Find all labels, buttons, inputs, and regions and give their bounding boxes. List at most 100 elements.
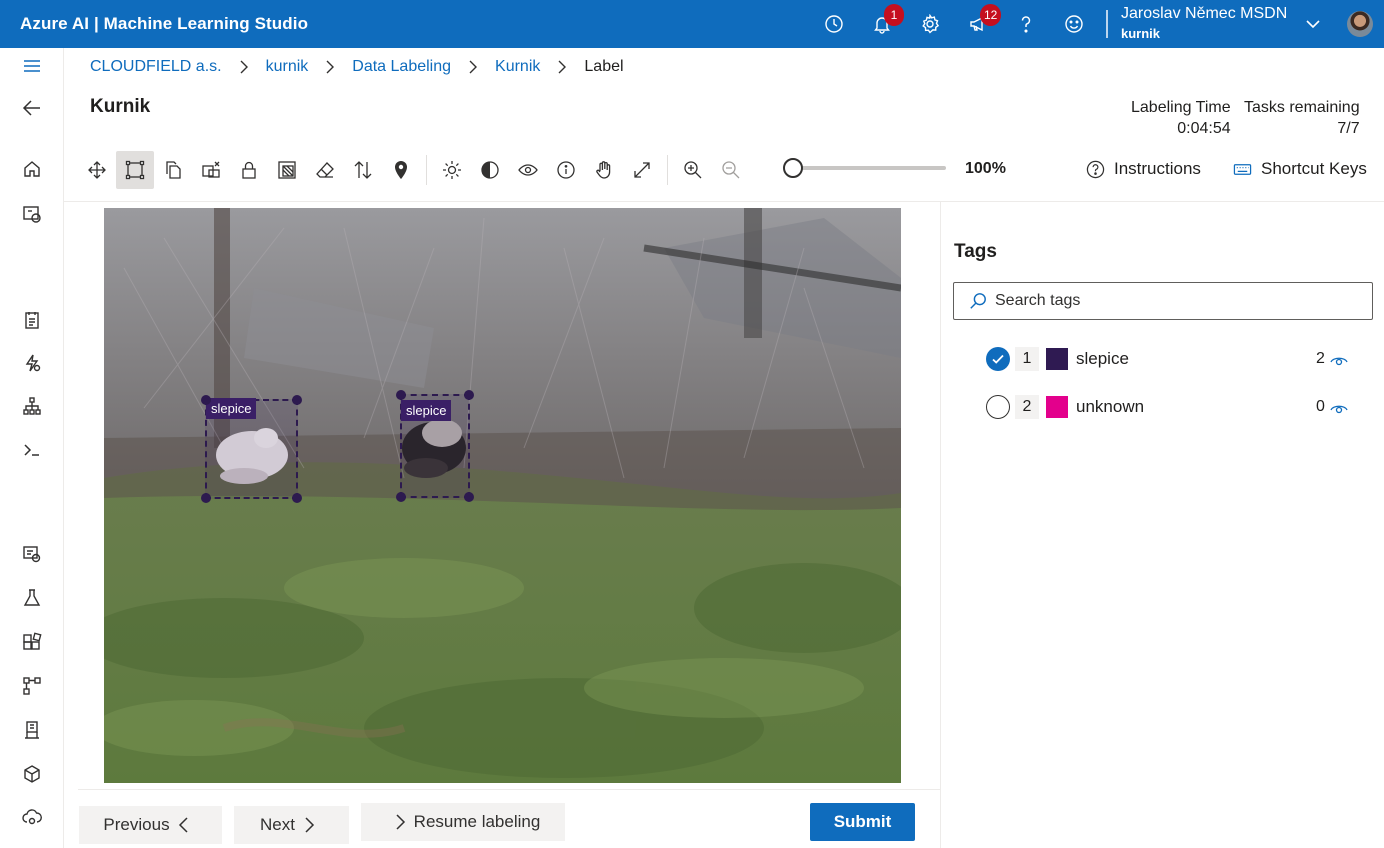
notifications-icon[interactable]: 1: [858, 0, 906, 48]
info-icon[interactable]: [547, 151, 585, 189]
zoom-out-icon[interactable]: [712, 151, 750, 189]
sort-arrows-icon[interactable]: [344, 151, 382, 189]
tasks-remaining-value: 7/7: [1337, 120, 1360, 137]
notifications-badge: 1: [884, 4, 904, 26]
top-icon-group: 1 12: [810, 0, 1098, 48]
hamburger-menu-icon[interactable]: [20, 54, 44, 78]
bounding-box-tool-icon[interactable]: [116, 151, 154, 189]
pan-hand-icon[interactable]: [585, 151, 623, 189]
pipelines-icon[interactable]: [20, 674, 44, 698]
environments-icon[interactable]: [20, 718, 44, 742]
workspace-name: kurnik: [1121, 26, 1161, 42]
resume-labeling-button[interactable]: Resume labeling: [361, 803, 565, 841]
move-tool-icon[interactable]: [78, 151, 116, 189]
smiley-feedback-icon[interactable]: [1050, 0, 1098, 48]
chevron-left-icon: [178, 817, 188, 833]
components-icon[interactable]: [20, 630, 44, 654]
previous-label: Previous: [103, 815, 170, 834]
tag-count: 0: [1316, 398, 1325, 415]
tags-title: Tags: [954, 241, 997, 262]
history-icon[interactable]: [810, 0, 858, 48]
tag-item-slepice[interactable]: 1 slepice 2: [986, 345, 1366, 373]
data-icon[interactable]: [20, 542, 44, 566]
resize-handle[interactable]: [292, 395, 302, 405]
breadcrumb-current: Label: [584, 58, 624, 75]
tag-item-unknown[interactable]: 2 unknown 0: [986, 393, 1366, 421]
submit-button[interactable]: Submit: [810, 803, 915, 841]
next-button[interactable]: Next: [234, 806, 349, 844]
breadcrumb: CLOUDFIELD a.s. kurnik Data Labeling Kur…: [90, 58, 624, 76]
settings-gear-icon[interactable]: [906, 0, 954, 48]
help-icon[interactable]: [1002, 0, 1050, 48]
search-icon: [970, 293, 986, 309]
instructions-label: Instructions: [1114, 159, 1201, 178]
resize-handle[interactable]: [292, 493, 302, 503]
zoom-slider-thumb[interactable]: [783, 158, 803, 178]
breadcrumb-data-labeling[interactable]: Data Labeling: [352, 58, 451, 76]
zoom-slider-track: [792, 166, 946, 170]
bounding-box[interactable]: slepice: [396, 390, 474, 502]
shortcut-keys-button[interactable]: Shortcut Keys: [1233, 159, 1367, 179]
app-title[interactable]: Azure AI | Machine Learning Studio: [0, 14, 308, 34]
toolbar-divider: [426, 155, 427, 185]
eraser-icon[interactable]: [306, 151, 344, 189]
visibility-eye-icon[interactable]: [509, 151, 547, 189]
chevron-right-icon: [305, 817, 315, 833]
model-catalog-icon[interactable]: [20, 202, 44, 226]
home-icon[interactable]: [20, 157, 44, 181]
prompt-flow-icon[interactable]: [20, 438, 44, 462]
endpoints-cloud-icon[interactable]: [20, 805, 44, 829]
designer-icon[interactable]: [20, 394, 44, 418]
notebooks-icon[interactable]: [20, 308, 44, 332]
user-name: Jaroslav Němec MSDN: [1121, 5, 1288, 22]
labeling-image-canvas[interactable]: slepice slepice: [104, 208, 901, 783]
feedback-megaphone-icon[interactable]: 12: [954, 0, 1002, 48]
fit-expand-icon[interactable]: [623, 151, 661, 189]
toolbar-divider-line: [64, 201, 1384, 202]
models-cube-icon[interactable]: [20, 762, 44, 786]
zoom-in-icon[interactable]: [674, 151, 712, 189]
tag-name[interactable]: unknown: [1076, 397, 1144, 417]
jobs-flask-icon[interactable]: [20, 586, 44, 610]
eye-icon[interactable]: [1329, 351, 1349, 372]
labeling-toolbar: [78, 150, 750, 190]
user-account-menu[interactable]: Jaroslav Němec MSDN kurnik: [1121, 4, 1287, 42]
instructions-button[interactable]: Instructions: [1086, 159, 1201, 179]
actions-divider: [78, 789, 940, 790]
avatar[interactable]: [1347, 11, 1373, 37]
breadcrumb-organization[interactable]: CLOUDFIELD a.s.: [90, 58, 222, 76]
chevron-down-icon[interactable]: [1304, 15, 1322, 38]
resize-handle[interactable]: [396, 492, 406, 502]
page-title: Kurnik: [90, 96, 151, 117]
lock-icon[interactable]: [230, 151, 268, 189]
zoom-slider[interactable]: [782, 158, 947, 178]
copy-region-icon[interactable]: [154, 151, 192, 189]
eye-icon[interactable]: [1329, 399, 1349, 420]
resize-handle[interactable]: [464, 390, 474, 400]
brightness-icon[interactable]: [433, 151, 471, 189]
tag-checkbox[interactable]: [986, 395, 1010, 419]
location-pin-icon[interactable]: [382, 151, 420, 189]
resize-handle[interactable]: [201, 395, 211, 405]
breadcrumb-project[interactable]: Kurnik: [495, 58, 540, 76]
search-tags-input[interactable]: [995, 292, 1355, 310]
back-arrow-icon[interactable]: [20, 96, 44, 120]
bounding-box[interactable]: slepice: [201, 395, 302, 503]
tasks-remaining-stat: Tasks remaining 7/7: [1244, 99, 1360, 138]
contrast-icon[interactable]: [471, 151, 509, 189]
labeling-time-value: 0:04:54: [1177, 120, 1231, 137]
delete-region-icon[interactable]: [192, 151, 230, 189]
search-tags-field[interactable]: [953, 282, 1373, 320]
submit-label: Submit: [833, 812, 892, 831]
breadcrumb-workspace[interactable]: kurnik: [266, 58, 309, 76]
select-all-icon[interactable]: [268, 151, 306, 189]
tag-name[interactable]: slepice: [1076, 349, 1129, 369]
previous-button[interactable]: Previous: [79, 806, 222, 844]
resize-handle[interactable]: [396, 390, 406, 400]
resize-handle[interactable]: [464, 492, 474, 502]
tag-checkbox[interactable]: [986, 347, 1010, 371]
automated-ml-icon[interactable]: [20, 351, 44, 375]
resize-handle[interactable]: [201, 493, 211, 503]
user-separator: [1106, 10, 1108, 38]
labeling-time-label: Labeling Time: [1131, 99, 1231, 116]
